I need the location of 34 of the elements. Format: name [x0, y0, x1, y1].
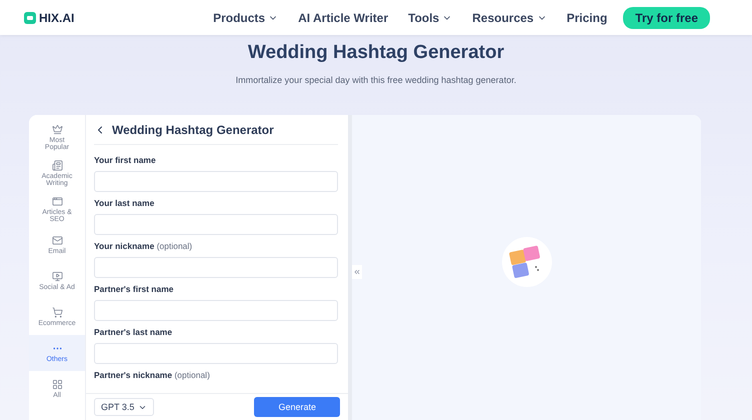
- monitor-icon: [52, 271, 62, 282]
- try-free-button[interactable]: Try for free: [623, 6, 710, 28]
- form-title: Wedding Hashtag Generator: [112, 122, 274, 136]
- mail-icon: [52, 235, 62, 246]
- field-label: Your last name: [94, 198, 156, 208]
- nav-link[interactable]: Resources: [472, 10, 547, 24]
- text-input[interactable]: [94, 300, 338, 321]
- nav-link[interactable]: Products: [213, 10, 278, 24]
- text-input[interactable]: [94, 214, 338, 235]
- field-label: Partner's nickname (optional): [94, 370, 211, 380]
- puzzle-drawing: [502, 236, 552, 286]
- grid-icon: [52, 379, 62, 390]
- field-label: Your first name: [94, 155, 157, 165]
- nav-link[interactable]: Pricing: [566, 10, 608, 24]
- crown-icon: [52, 124, 62, 134]
- field-label: Partner's last name: [94, 327, 174, 337]
- logo-text[interactable]: HIX.AI: [39, 10, 74, 24]
- cart-icon: [52, 307, 62, 318]
- text-input[interactable]: [94, 257, 338, 278]
- page-title: Wedding Hashtag Generator: [248, 42, 504, 64]
- double-chevron-icon: [353, 268, 361, 276]
- field-label: Your nickname (optional): [94, 241, 194, 251]
- logo-icon: [24, 12, 36, 24]
- nav-link[interactable]: Tools: [408, 10, 452, 24]
- text-input[interactable]: [94, 343, 338, 364]
- field-label: Partner's first name: [94, 284, 174, 294]
- model-select[interactable]: GPT 3.5: [94, 398, 154, 416]
- nav-link[interactable]: AI Article Writer: [298, 10, 388, 24]
- collapse-button[interactable]: [352, 265, 362, 279]
- document-icon: [52, 160, 62, 170]
- text-input[interactable]: [94, 171, 338, 192]
- generate-button[interactable]: Generate: [254, 397, 340, 417]
- window-icon: [52, 196, 62, 206]
- page-subtitle: Immortalize your special day with this free wedding hashtag generator.: [236, 75, 516, 85]
